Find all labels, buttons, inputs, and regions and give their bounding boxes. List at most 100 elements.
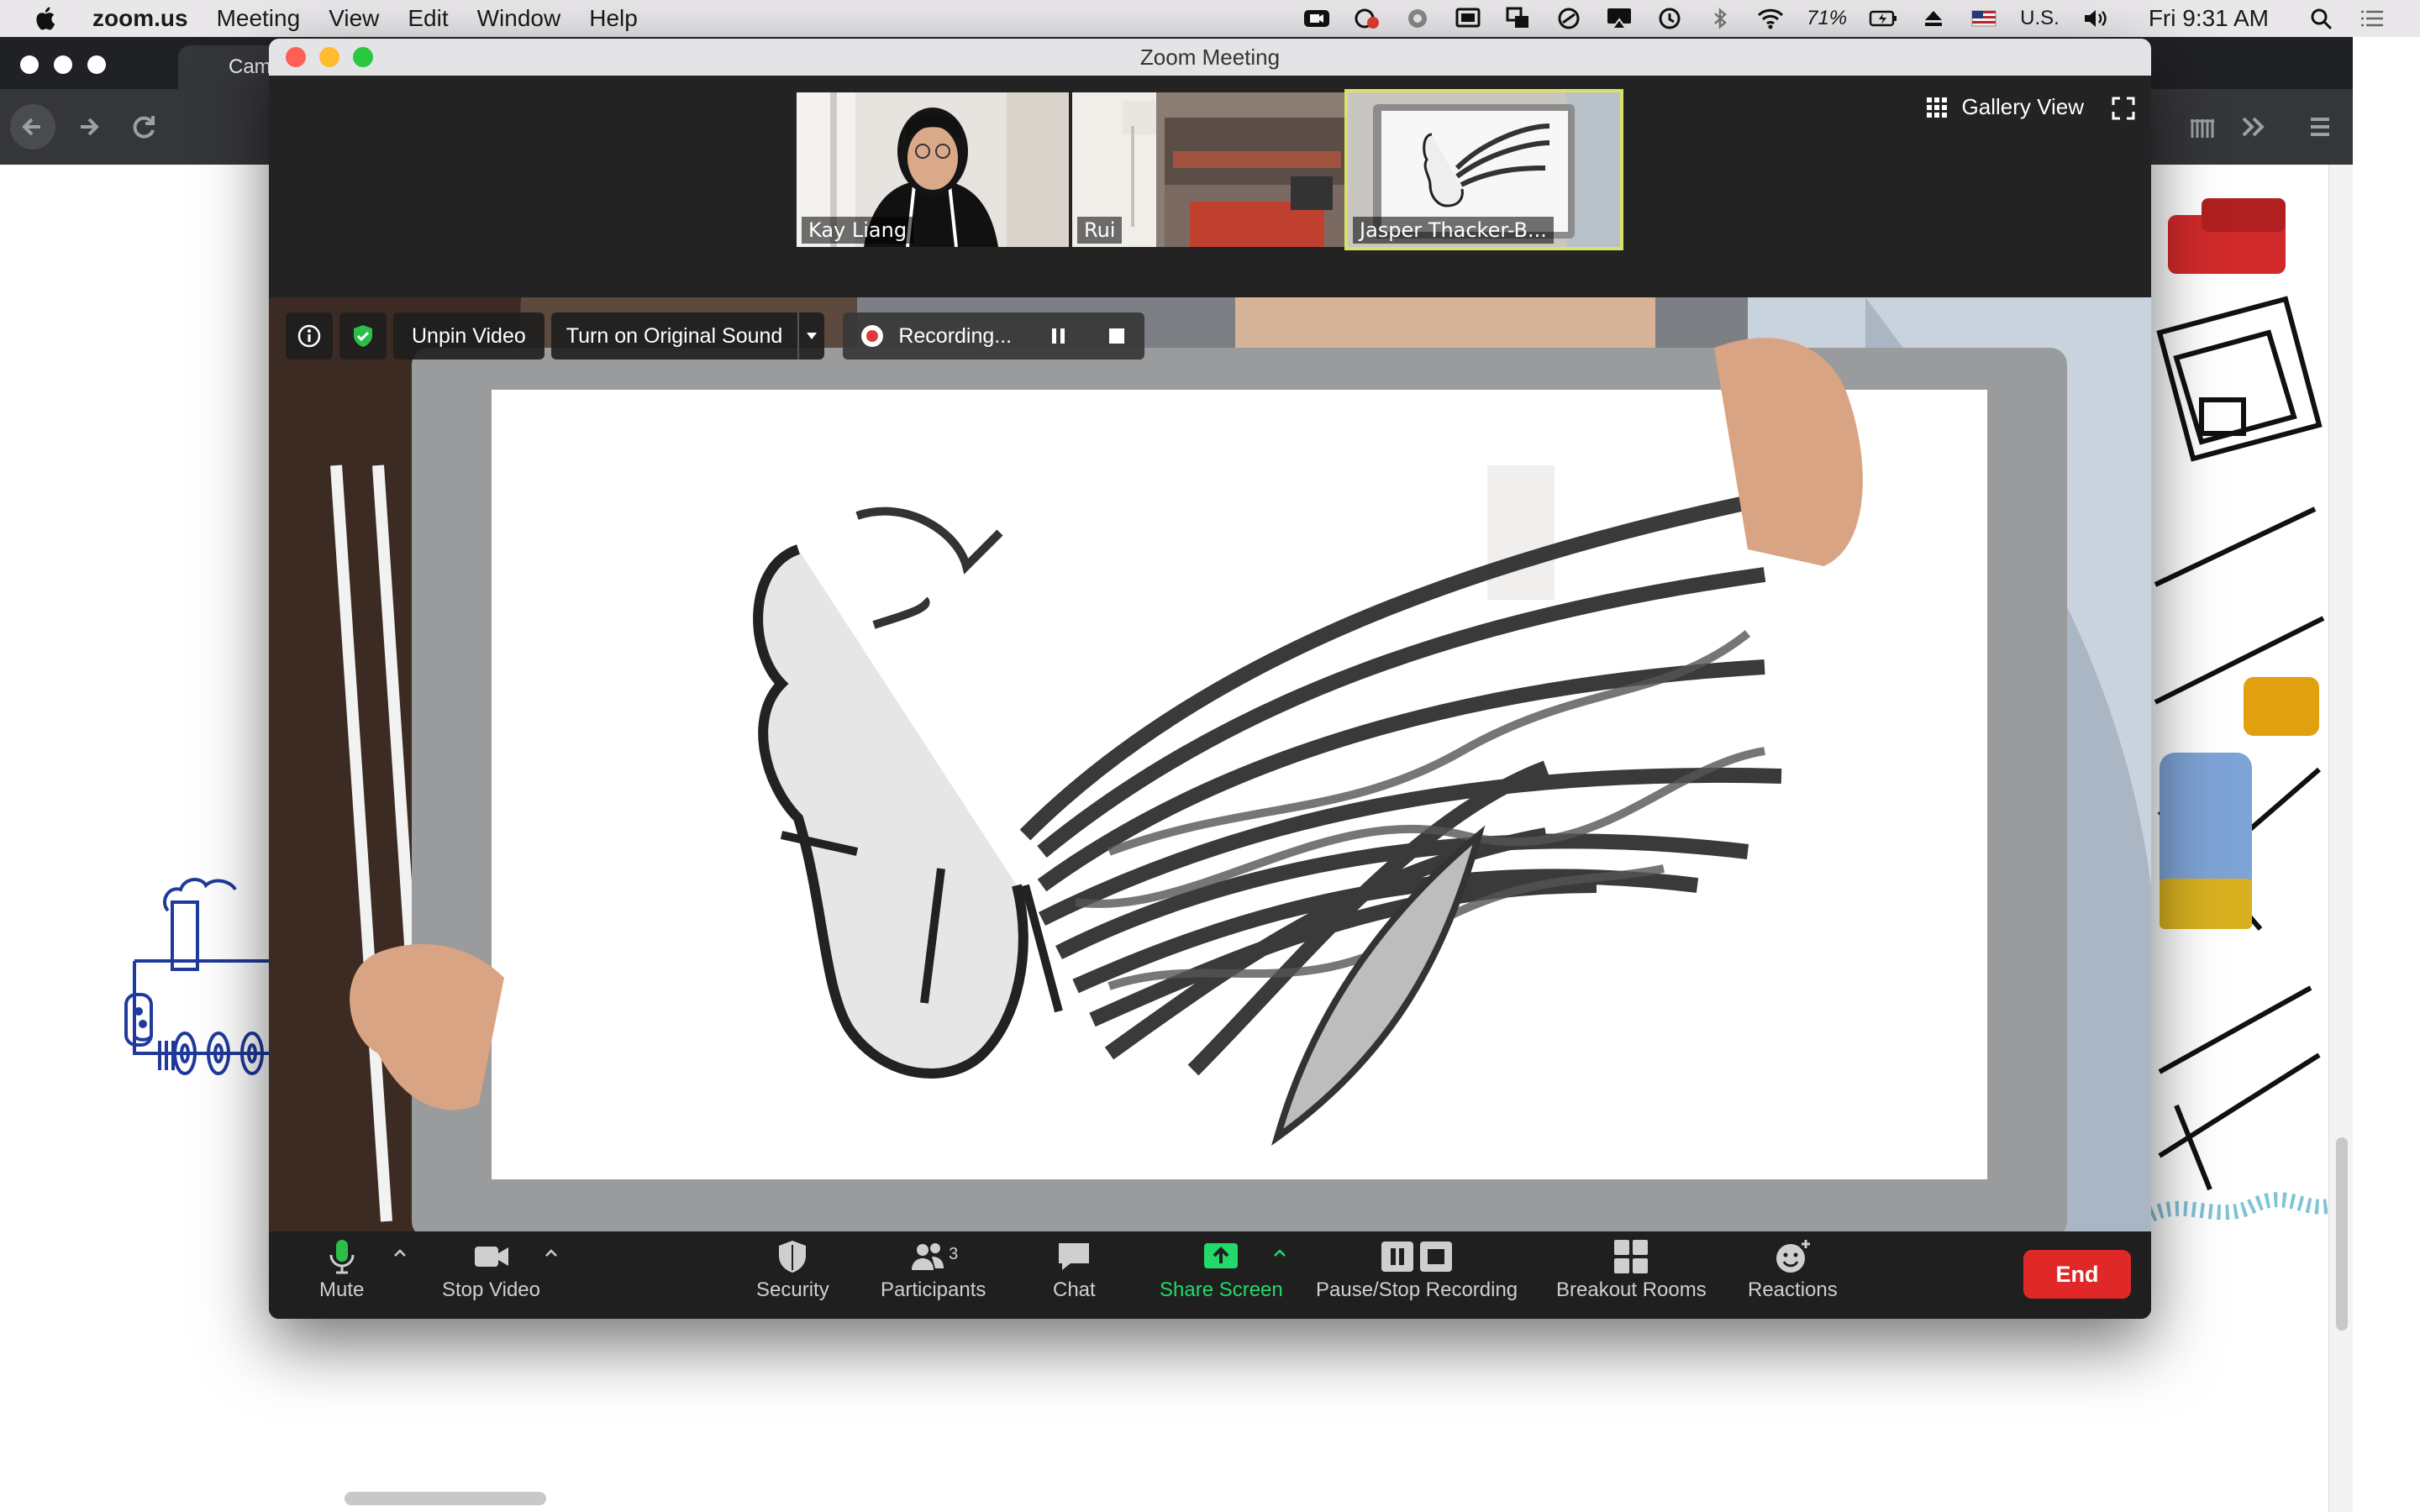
menu-edit[interactable]: Edit [408, 5, 448, 32]
reload-icon[interactable] [121, 104, 166, 150]
video-options-chevron-icon[interactable] [543, 1245, 560, 1262]
chat-label: Chat [1053, 1278, 1096, 1301]
menu-help[interactable]: Help [589, 5, 638, 32]
pause-stop-recording-button[interactable]: Pause/Stop Recording [1316, 1238, 1518, 1302]
right-page-drawings [2151, 198, 2328, 1222]
original-sound-button[interactable]: Turn on Original Sound [551, 312, 798, 360]
participant-count: 3 [949, 1245, 959, 1263]
shield-check-icon [354, 325, 372, 347]
us-flag-icon[interactable] [1970, 6, 1998, 31]
recording-indicator: Recording... [843, 312, 1145, 360]
share-screen-button[interactable]: Share Screen [1160, 1238, 1283, 1302]
participant-thumbnail-kay[interactable]: Kay Liang [797, 92, 1069, 247]
breakout-rooms-button[interactable]: Breakout Rooms [1556, 1238, 1707, 1302]
pause-stop-recording-label: Pause/Stop Recording [1316, 1278, 1518, 1301]
audio-options-chevron-icon[interactable] [392, 1245, 408, 1262]
menu-meeting[interactable]: Meeting [217, 5, 301, 32]
bluetooth-icon[interactable] [1706, 6, 1734, 31]
battery-percent: 71% [1807, 7, 1848, 29]
end-meeting-button[interactable]: End [2023, 1250, 2131, 1299]
meeting-controls: Mute Stop Video Security 3 Participants … [269, 1231, 2151, 1319]
pause-stop-icon [1381, 1242, 1453, 1272]
recording-label: Recording... [898, 323, 1013, 348]
participant-thumbnail-jasper[interactable]: Jasper Thacker-B... [1344, 89, 1623, 250]
extension-icon[interactable] [2180, 104, 2225, 150]
battery-icon[interactable] [1869, 6, 1897, 31]
time-machine-icon[interactable] [1655, 6, 1684, 31]
chat-bubble-icon [1059, 1243, 1090, 1270]
participants-icon [912, 1243, 944, 1270]
stop-video-label: Stop Video [442, 1278, 540, 1301]
notification-center-icon[interactable] [2358, 6, 2386, 31]
original-sound-dropdown[interactable] [797, 312, 824, 360]
participant-name: Rui [1077, 217, 1123, 244]
whiteboard-drawing-video [269, 297, 2151, 1268]
emoji-add-icon [1776, 1240, 1811, 1273]
participants-label: Participants [881, 1278, 986, 1301]
input-source-label[interactable]: U.S. [2020, 7, 2060, 30]
menu-app-name[interactable]: zoom.us [92, 5, 188, 32]
main-video-feed: Unpin Video Turn on Original Sound Recor… [269, 297, 2151, 1268]
display-icon[interactable] [1454, 6, 1482, 31]
info-icon [297, 324, 321, 348]
breakout-rooms-label: Breakout Rooms [1556, 1278, 1707, 1301]
caret-down-icon [807, 333, 818, 339]
horizontal-scroll-thumb[interactable] [345, 1492, 546, 1505]
volume-icon[interactable] [2081, 6, 2110, 31]
reactions-label: Reactions [1748, 1278, 1838, 1301]
fullscreen-icon[interactable] [2111, 96, 2136, 121]
back-arrow-icon[interactable] [10, 104, 55, 150]
menu-view[interactable]: View [329, 5, 379, 32]
creative-cloud-icon[interactable] [1353, 6, 1381, 31]
spotlight-search-icon[interactable] [2307, 6, 2336, 31]
unpin-video-button[interactable]: Unpin Video [393, 312, 544, 360]
breakout-rooms-icon [1614, 1240, 1649, 1273]
zoom-camera-icon[interactable] [1302, 6, 1331, 31]
stop-video-button[interactable]: Stop Video [442, 1238, 540, 1302]
video-camera-icon [474, 1247, 508, 1267]
train-drawing [124, 878, 269, 1075]
original-sound-control: Turn on Original Sound [550, 312, 825, 360]
pause-recording-icon[interactable] [1050, 327, 1067, 345]
participant-name: Kay Liang [802, 217, 914, 244]
screens-icon[interactable] [1504, 6, 1533, 31]
share-options-chevron-icon[interactable] [1271, 1245, 1288, 1262]
menu-window[interactable]: Window [477, 5, 561, 32]
chevron-double-right-icon[interactable] [2230, 104, 2275, 150]
reactions-button[interactable]: Reactions [1748, 1238, 1838, 1302]
share-screen-icon [1204, 1243, 1239, 1268]
grid-icon [1926, 97, 1947, 118]
menu-clock[interactable]: Fri 9:31 AM [2149, 5, 2269, 32]
sync-icon[interactable] [1403, 6, 1432, 31]
vertical-scroll-thumb[interactable] [2336, 1137, 2348, 1331]
stop-recording-icon[interactable] [1107, 327, 1126, 345]
chat-button[interactable]: Chat [1053, 1238, 1096, 1302]
zoom-title-bar: Zoom Meeting [269, 39, 2151, 76]
gallery-view-button[interactable]: Gallery View [1925, 94, 2084, 120]
airplay-icon[interactable] [1605, 6, 1634, 31]
forward-arrow-icon[interactable] [66, 104, 111, 150]
security-button[interactable]: Security [756, 1238, 829, 1302]
apple-icon[interactable] [32, 4, 60, 33]
mute-label: Mute [319, 1278, 365, 1301]
microphone-icon [329, 1240, 355, 1274]
window-title: Zoom Meeting [1139, 45, 1281, 70]
eject-icon[interactable] [1919, 6, 1948, 31]
gallery-view-label: Gallery View [1961, 94, 2084, 119]
wifi-icon[interactable] [1756, 6, 1785, 31]
focus-icon[interactable] [1555, 6, 1583, 31]
mute-button[interactable]: Mute [319, 1238, 364, 1302]
participant-thumbnail-rui[interactable]: Rui [1072, 92, 1344, 247]
browser-window-controls[interactable] [20, 55, 106, 74]
share-screen-label: Share Screen [1160, 1278, 1283, 1301]
meeting-info-button[interactable] [286, 312, 333, 360]
security-label: Security [756, 1278, 829, 1301]
participant-name: Jasper Thacker-B... [1353, 217, 1554, 244]
recording-dot-icon [861, 325, 884, 347]
menu-icon[interactable] [2297, 104, 2343, 150]
participants-button[interactable]: 3 Participants [881, 1238, 986, 1302]
security-shield-icon [779, 1241, 807, 1273]
zoom-meeting-window: Zoom Meeting Kay Liang Rui Jasper Thacke… [269, 39, 2151, 1319]
encryption-button[interactable] [339, 312, 387, 360]
menu-extras: 71% U.S. Fri 9:31 AM [1302, 0, 2386, 37]
